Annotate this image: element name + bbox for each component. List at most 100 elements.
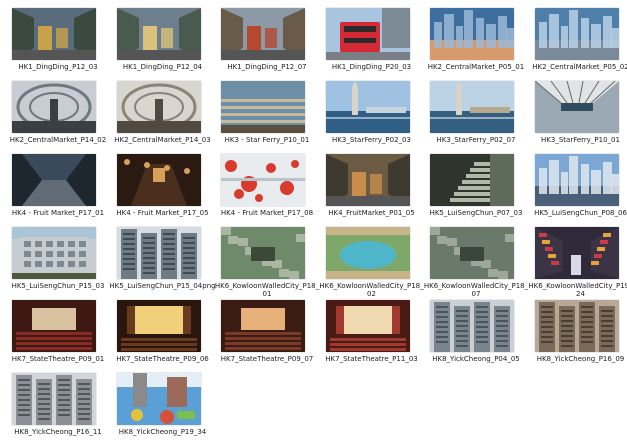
file-item[interactable]: HK7_StateTheatre_P09_07 — [217, 300, 317, 372]
file-item[interactable]: HK4 - Fruit Market_P17_05 — [113, 154, 213, 226]
image-thumbnail[interactable] — [221, 227, 305, 279]
file-name-label: HK1_DingDing_P12_04 — [122, 63, 203, 71]
image-thumbnail[interactable] — [116, 81, 201, 133]
image-thumbnail-graphic — [221, 8, 305, 60]
file-name-label: HK4 - Fruit Market_P17_08 — [220, 209, 314, 217]
image-thumbnail[interactable] — [534, 8, 619, 60]
image-thumbnail[interactable] — [325, 227, 410, 279]
image-thumbnail[interactable] — [430, 154, 514, 206]
file-item[interactable]: HK2_CentralMarket_P05_01 — [426, 8, 526, 80]
image-thumbnail[interactable] — [116, 300, 201, 352]
image-thumbnail[interactable] — [12, 227, 96, 279]
file-name-label: HK2_CentralMarket_P14_02 — [9, 136, 107, 144]
image-thumbnail-graphic — [534, 81, 619, 133]
image-thumbnail[interactable] — [12, 300, 96, 352]
image-thumbnail[interactable] — [12, 154, 96, 206]
image-thumbnail[interactable] — [325, 8, 410, 60]
file-item[interactable]: HK3_StarFerry_P02_07 — [426, 81, 526, 153]
file-item[interactable]: HK6_KowloonWalledCity_P18_07 — [424, 227, 528, 299]
image-thumbnail-graphic — [221, 227, 305, 279]
image-thumbnail-graphic — [325, 81, 410, 133]
image-thumbnail[interactable] — [325, 154, 410, 206]
file-name-label: HK2_CentralMarket_P05_01 — [427, 63, 525, 71]
image-thumbnail[interactable] — [534, 227, 619, 279]
file-name-label: HK7_StateTheatre_P09_07 — [220, 355, 314, 363]
image-thumbnail[interactable] — [325, 300, 410, 352]
image-thumbnail-graphic — [116, 8, 201, 60]
file-item[interactable]: HK5_LuiSengChun_P15_04png — [109, 227, 216, 299]
image-thumbnail[interactable] — [430, 227, 514, 279]
file-item[interactable]: HK8_YickCheong_P16_09 — [531, 300, 627, 372]
file-item[interactable]: HK5_LuiSengChun_P07_03 — [426, 154, 526, 226]
file-item[interactable]: HK8_YickCheong_P16_11 — [8, 373, 108, 442]
image-thumbnail-graphic — [325, 8, 410, 60]
file-item[interactable]: HK5_LuiSengChun_P15_03 — [8, 227, 108, 299]
file-item[interactable]: HK3_StarFerry_P02_03 — [322, 81, 422, 153]
image-thumbnail[interactable] — [430, 81, 514, 133]
image-thumbnail-graphic — [534, 154, 619, 206]
image-thumbnail[interactable] — [221, 8, 305, 60]
file-item[interactable]: HK1_DingDing_P12_04 — [113, 8, 213, 80]
file-name-label: HK4 - Fruit Market_P17_05 — [116, 209, 209, 217]
image-thumbnail[interactable] — [430, 8, 514, 60]
file-item[interactable]: HK6_KowloonWalledCity_P18_01 — [215, 227, 319, 299]
file-item[interactable]: HK1_DingDing_P12_03 — [8, 8, 108, 80]
file-grid: HK1_DingDing_P12_03 HK1_DingDing_P12_04 HK… — [0, 0, 627, 442]
file-item[interactable]: HK6_KowloonWalledCity_P18_02 — [319, 227, 424, 299]
file-name-label: HK1_DingDing_P12_03 — [18, 63, 98, 71]
image-thumbnail-graphic — [116, 81, 201, 133]
file-item[interactable]: HK4 - Fruit Market_P17_01 — [8, 154, 108, 226]
image-thumbnail[interactable] — [116, 373, 201, 425]
image-thumbnail-graphic — [116, 373, 201, 425]
image-thumbnail[interactable] — [116, 8, 201, 60]
image-thumbnail[interactable] — [221, 300, 305, 352]
file-name-label: HK7_StateTheatre_P09_01 — [11, 355, 105, 363]
image-thumbnail-graphic — [12, 227, 96, 279]
image-thumbnail-graphic — [116, 300, 201, 352]
file-name-label: HK6_KowloonWalledCity_P18_07 — [423, 282, 529, 298]
image-thumbnail[interactable] — [12, 8, 96, 60]
image-thumbnail-graphic — [534, 227, 619, 279]
image-thumbnail[interactable] — [12, 373, 96, 425]
file-item[interactable]: HK1_DingDing_P12_07 — [217, 8, 317, 80]
file-name-label: HK3_StarFerry_P02_03 — [332, 136, 411, 144]
image-thumbnail[interactable] — [221, 154, 305, 206]
file-name-label: HK8_YickCheong_P16_09 — [536, 355, 625, 363]
file-item[interactable]: HK8_YickCheong_P04_05 — [426, 300, 526, 372]
file-name-label: HK8_YickCheong_P19_34 — [118, 428, 207, 436]
file-item[interactable]: HK7_StateTheatre_P09_06 — [113, 300, 213, 372]
file-name-label: HK2_CentralMarket_P05_02 — [532, 63, 627, 71]
image-thumbnail[interactable] — [116, 154, 201, 206]
image-thumbnail[interactable] — [534, 154, 619, 206]
file-item[interactable]: HK3 - Star Ferry_P10_01 — [217, 81, 317, 153]
image-thumbnail[interactable] — [534, 81, 619, 133]
file-item[interactable]: HK5_LuiSengChun_P08_06 — [531, 154, 627, 226]
file-item[interactable]: HK6_KowloonWalledCity_P19_24 — [528, 227, 627, 299]
file-item[interactable]: HK8_YickCheong_P19_34 — [113, 373, 213, 442]
image-thumbnail[interactable] — [325, 81, 410, 133]
file-item[interactable]: HK7_StateTheatre_P11_03 — [322, 300, 422, 372]
file-name-label: HK5_LuiSengChun_P08_06 — [534, 209, 627, 217]
file-item[interactable]: HK3_StarFerry_P10_01 — [531, 81, 627, 153]
file-item[interactable]: HK7_StateTheatre_P09_01 — [8, 300, 108, 372]
file-item[interactable]: HK2_CentralMarket_P14_02 — [8, 81, 108, 153]
image-thumbnail[interactable] — [116, 227, 201, 279]
image-thumbnail[interactable] — [221, 81, 305, 133]
file-name-label: HK6_KowloonWalledCity_P18_02 — [319, 282, 424, 298]
file-item[interactable]: HK4 - Fruit Market_P17_08 — [217, 154, 317, 226]
file-name-label: HK1_DingDing_P12_07 — [227, 63, 307, 71]
file-item[interactable]: HK1_DingDing_P20_03 — [322, 8, 422, 80]
file-item[interactable]: HK2_CentralMarket_P05_02 — [531, 8, 627, 80]
file-name-label: HK8_YickCheong_P16_11 — [14, 428, 102, 436]
image-thumbnail-graphic — [430, 300, 514, 352]
image-thumbnail[interactable] — [12, 81, 96, 133]
image-thumbnail-graphic — [430, 154, 514, 206]
image-thumbnail-graphic — [12, 8, 96, 60]
image-thumbnail[interactable] — [430, 300, 514, 352]
image-thumbnail[interactable] — [534, 300, 619, 352]
image-thumbnail-graphic — [12, 154, 96, 206]
file-name-label: HK3 - Star Ferry_P10_01 — [224, 136, 310, 144]
image-thumbnail-graphic — [534, 8, 619, 60]
file-item[interactable]: HK2_CentralMarket_P14_03 — [113, 81, 213, 153]
file-item[interactable]: HK4_FruitMarket_P01_05 — [322, 154, 422, 226]
